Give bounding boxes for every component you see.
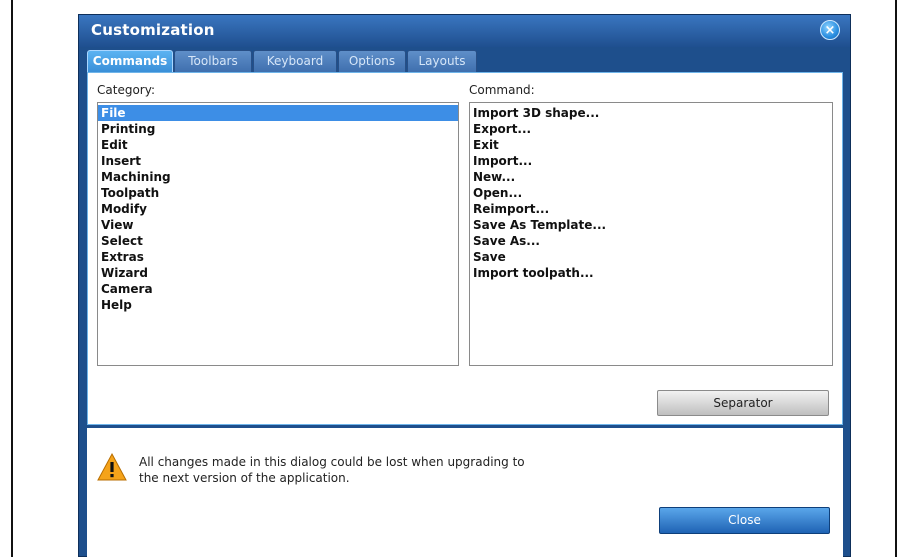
dialog-title: Customization <box>91 21 215 39</box>
command-item-reimport[interactable]: Reimport... <box>470 201 832 217</box>
tab-options[interactable]: Options <box>338 50 406 72</box>
warning-line-1: All changes made in this dialog could be… <box>139 455 525 469</box>
close-icon[interactable]: × <box>820 20 840 40</box>
category-item-edit[interactable]: Edit <box>98 137 458 153</box>
command-item-save[interactable]: Save <box>470 249 832 265</box>
category-item-machining[interactable]: Machining <box>98 169 458 185</box>
warning-icon <box>97 452 127 481</box>
category-item-camera[interactable]: Camera <box>98 281 458 297</box>
category-item-select[interactable]: Select <box>98 233 458 249</box>
footer-area: All changes made in this dialog could be… <box>87 428 843 558</box>
close-button[interactable]: Close <box>659 507 830 534</box>
category-list[interactable]: File Printing Edit Insert Machining Tool… <box>97 102 459 366</box>
tab-keyboard[interactable]: Keyboard <box>253 50 337 72</box>
command-item-import[interactable]: Import... <box>470 153 832 169</box>
commands-panel: Category: Command: File Printing Edit In… <box>87 72 843 425</box>
command-list[interactable]: Import 3D shape... Export... Exit Import… <box>469 102 833 366</box>
customization-dialog: Customization × Commands Toolbars Keyboa… <box>78 14 851 558</box>
category-item-extras[interactable]: Extras <box>98 249 458 265</box>
category-item-help[interactable]: Help <box>98 297 458 313</box>
category-item-modify[interactable]: Modify <box>98 201 458 217</box>
command-item-new[interactable]: New... <box>470 169 832 185</box>
command-item-export[interactable]: Export... <box>470 121 832 137</box>
warning-message: All changes made in this dialog could be… <box>139 454 559 486</box>
category-item-toolpath[interactable]: Toolpath <box>98 185 458 201</box>
category-item-file[interactable]: File <box>98 105 458 121</box>
command-item-save-as-template[interactable]: Save As Template... <box>470 217 832 233</box>
tab-toolbars[interactable]: Toolbars <box>174 50 252 72</box>
category-item-insert[interactable]: Insert <box>98 153 458 169</box>
command-item-import-toolpath[interactable]: Import toolpath... <box>470 265 832 281</box>
category-item-wizard[interactable]: Wizard <box>98 265 458 281</box>
command-item-import-3d-shape[interactable]: Import 3D shape... <box>470 105 832 121</box>
category-item-printing[interactable]: Printing <box>98 121 458 137</box>
separator-button[interactable]: Separator <box>657 390 829 416</box>
tab-layouts[interactable]: Layouts <box>407 50 477 72</box>
category-item-view[interactable]: View <box>98 217 458 233</box>
window-edge-right <box>895 0 897 557</box>
command-label: Command: <box>469 83 535 97</box>
category-label: Category: <box>97 83 155 97</box>
command-item-exit[interactable]: Exit <box>470 137 832 153</box>
command-item-save-as[interactable]: Save As... <box>470 233 832 249</box>
command-item-open[interactable]: Open... <box>470 185 832 201</box>
warning-line-2: the next version of the application. <box>139 471 350 485</box>
title-bar[interactable]: Customization × <box>79 15 850 47</box>
window-edge-left <box>11 0 13 557</box>
tab-commands[interactable]: Commands <box>87 50 173 72</box>
